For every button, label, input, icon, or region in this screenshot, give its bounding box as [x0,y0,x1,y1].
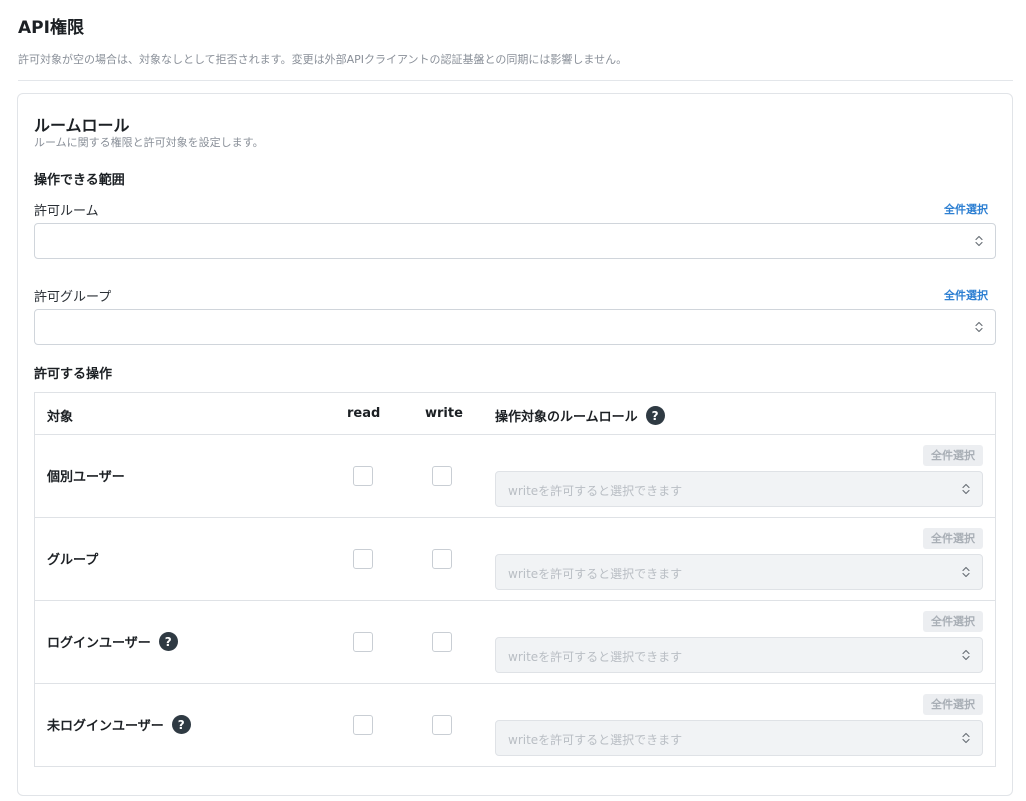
table-row: 個別ユーザー 全件選択 writeを許可すると選択できます [35,434,995,517]
help-icon[interactable]: ? [645,406,665,425]
write-checkbox[interactable] [432,632,452,652]
allowed-groups-select-all[interactable]: 全件選択 [944,287,988,303]
allowed-rooms-select-all[interactable]: 全件選択 [944,201,988,217]
room-role-placeholder: writeを許可すると選択できます [508,650,683,664]
read-checkbox[interactable] [353,715,373,735]
chevron-updown-icon [975,235,983,247]
row-select-all-button[interactable]: 全件選択 [923,694,983,715]
row-label-text: ログインユーザー [47,636,151,651]
permissions-table: 対象 read write 操作対象のルームロール ? 個別ユーザー 全件選択 … [34,392,996,767]
chevron-updown-icon [962,483,970,495]
chevron-updown-icon [975,321,983,333]
allowed-rooms-select[interactable] [34,223,996,259]
page-title: API権限 [18,18,84,38]
read-checkbox[interactable] [353,549,373,569]
allowed-rooms-label: 許可ルーム [34,204,99,219]
read-checkbox[interactable] [353,632,373,652]
write-checkbox[interactable] [432,715,452,735]
room-role-placeholder: writeを許可すると選択できます [508,567,683,581]
row-label-text: 未ログインユーザー [47,719,164,734]
row-select-all-button[interactable]: 全件選択 [923,528,983,549]
row-label: ログインユーザー ? [47,632,178,651]
card-title: ルームロール [34,116,130,135]
room-role-placeholder: writeを許可すると選択できます [508,484,683,498]
help-icon[interactable]: ? [171,715,191,734]
header-target: 対象 [47,410,74,425]
table-row: ログインユーザー ? 全件選択 writeを許可すると選択できます [35,600,995,683]
room-role-select[interactable]: writeを許可すると選択できます [495,637,983,673]
room-role-select[interactable]: writeを許可すると選択できます [495,554,983,590]
room-role-placeholder: writeを許可すると選択できます [508,733,683,747]
table-row: 未ログインユーザー ? 全件選択 writeを許可すると選択できます [35,683,995,766]
row-label: 個別ユーザー [47,466,125,485]
row-label-text: 個別ユーザー [47,470,125,485]
header-room-role-label: 操作対象のルームロール [495,410,638,425]
chevron-updown-icon [962,732,970,744]
scope-section-label: 操作できる範囲 [34,173,125,188]
row-select-all-button[interactable]: 全件選択 [923,611,983,632]
write-checkbox[interactable] [432,549,452,569]
row-select-all-button[interactable]: 全件選択 [923,445,983,466]
read-checkbox[interactable] [353,466,373,486]
page-description: 許可対象が空の場合は、対象なしとして拒否されます。変更は外部APIクライアントの… [18,53,628,66]
write-checkbox[interactable] [432,466,452,486]
header-room-role: 操作対象のルームロール ? [495,406,665,425]
allowed-groups-select[interactable] [34,309,996,345]
room-role-select[interactable]: writeを許可すると選択できます [495,720,983,756]
header-write: write [425,406,463,421]
room-role-card: ルームロール ルームに関する権限と許可対象を設定します。 操作できる範囲 許可ル… [17,93,1013,796]
chevron-updown-icon [962,649,970,661]
card-description: ルームに関する権限と許可対象を設定します。 [34,136,264,149]
row-label-text: グループ [47,553,99,568]
room-role-select[interactable]: writeを許可すると選択できます [495,471,983,507]
operations-section-label: 許可する操作 [34,367,113,382]
help-icon[interactable]: ? [158,632,178,651]
row-label: 未ログインユーザー ? [47,715,191,734]
header-read: read [347,406,381,421]
row-label: グループ [47,549,98,568]
chevron-updown-icon [962,566,970,578]
allowed-groups-label: 許可グループ [34,290,112,305]
table-row: グループ 全件選択 writeを許可すると選択できます [35,517,995,600]
header-divider [18,80,1013,81]
